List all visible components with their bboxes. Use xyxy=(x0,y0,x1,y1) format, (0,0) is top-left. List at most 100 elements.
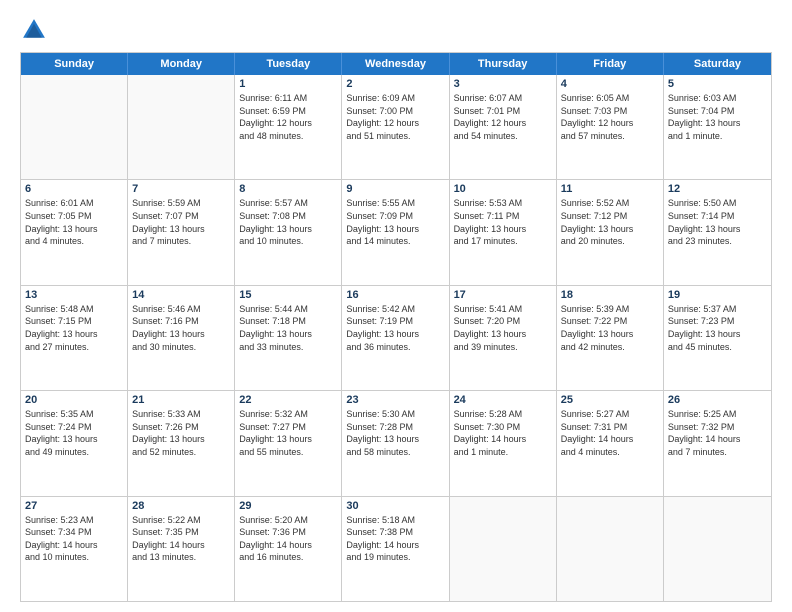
day-number: 7 xyxy=(132,183,230,195)
cal-cell-empty-4-5 xyxy=(557,497,664,601)
day-info: Sunrise: 5:41 AM Sunset: 7:20 PM Dayligh… xyxy=(454,303,552,353)
day-info: Sunrise: 5:20 AM Sunset: 7:36 PM Dayligh… xyxy=(239,514,337,564)
cal-cell-20: 20 Sunrise: 5:35 AM Sunset: 7:24 PM Dayli… xyxy=(21,391,128,495)
day-number: 26 xyxy=(668,394,767,406)
day-info: Sunrise: 5:28 AM Sunset: 7:30 PM Dayligh… xyxy=(454,408,552,458)
cal-cell-25: 25 Sunrise: 5:27 AM Sunset: 7:31 PM Dayli… xyxy=(557,391,664,495)
day-number: 21 xyxy=(132,394,230,406)
day-info: Sunrise: 6:05 AM Sunset: 7:03 PM Dayligh… xyxy=(561,92,659,142)
day-info: Sunrise: 5:48 AM Sunset: 7:15 PM Dayligh… xyxy=(25,303,123,353)
logo xyxy=(20,16,52,44)
cal-cell-empty-0-0 xyxy=(21,75,128,179)
day-number: 23 xyxy=(346,394,444,406)
weekday-header-tuesday: Tuesday xyxy=(235,53,342,75)
day-number: 9 xyxy=(346,183,444,195)
cal-cell-8: 8 Sunrise: 5:57 AM Sunset: 7:08 PM Daylig… xyxy=(235,180,342,284)
cal-cell-19: 19Sunrise: 5:37 AM Sunset: 7:23 PM Dayli… xyxy=(664,286,771,390)
day-number: 8 xyxy=(239,183,337,195)
day-number: 5 xyxy=(668,78,767,90)
logo-icon xyxy=(20,16,48,44)
cal-cell-17: 17 Sunrise: 5:41 AM Sunset: 7:20 PM Dayli… xyxy=(450,286,557,390)
cal-cell-3: 3Sunrise: 6:07 AM Sunset: 7:01 PM Daylig… xyxy=(450,75,557,179)
cal-cell-29: 29 Sunrise: 5:20 AM Sunset: 7:36 PM Dayli… xyxy=(235,497,342,601)
day-number: 10 xyxy=(454,183,552,195)
day-info: Sunrise: 5:50 AM Sunset: 7:14 PM Dayligh… xyxy=(668,197,767,247)
day-info: Sunrise: 5:22 AM Sunset: 7:35 PM Dayligh… xyxy=(132,514,230,564)
day-number: 17 xyxy=(454,289,552,301)
day-number: 16 xyxy=(346,289,444,301)
week-row-2: 6 Sunrise: 6:01 AM Sunset: 7:05 PM Daylig… xyxy=(21,179,771,284)
header xyxy=(20,16,772,44)
day-number: 2 xyxy=(346,78,444,90)
day-info: Sunrise: 5:23 AM Sunset: 7:34 PM Dayligh… xyxy=(25,514,123,564)
weekday-header-friday: Friday xyxy=(557,53,664,75)
cal-cell-27: 27 Sunrise: 5:23 AM Sunset: 7:34 PM Dayli… xyxy=(21,497,128,601)
week-row-1: 1Sunrise: 6:11 AM Sunset: 6:59 PM Daylig… xyxy=(21,75,771,179)
cal-cell-23: 23 Sunrise: 5:30 AM Sunset: 7:28 PM Dayli… xyxy=(342,391,449,495)
cal-cell-1: 1Sunrise: 6:11 AM Sunset: 6:59 PM Daylig… xyxy=(235,75,342,179)
cal-cell-empty-4-4 xyxy=(450,497,557,601)
day-number: 15 xyxy=(239,289,337,301)
day-number: 12 xyxy=(668,183,767,195)
cal-cell-16: 16Sunrise: 5:42 AM Sunset: 7:19 PM Dayli… xyxy=(342,286,449,390)
day-info: Sunrise: 5:37 AM Sunset: 7:23 PM Dayligh… xyxy=(668,303,767,353)
day-info: Sunrise: 5:53 AM Sunset: 7:11 PM Dayligh… xyxy=(454,197,552,247)
weekday-header-thursday: Thursday xyxy=(450,53,557,75)
day-info: Sunrise: 6:11 AM Sunset: 6:59 PM Dayligh… xyxy=(239,92,337,142)
week-row-4: 20 Sunrise: 5:35 AM Sunset: 7:24 PM Dayli… xyxy=(21,390,771,495)
day-info: Sunrise: 5:27 AM Sunset: 7:31 PM Dayligh… xyxy=(561,408,659,458)
day-info: Sunrise: 5:30 AM Sunset: 7:28 PM Dayligh… xyxy=(346,408,444,458)
day-info: Sunrise: 5:44 AM Sunset: 7:18 PM Dayligh… xyxy=(239,303,337,353)
cal-cell-14: 14Sunrise: 5:46 AM Sunset: 7:16 PM Dayli… xyxy=(128,286,235,390)
day-number: 6 xyxy=(25,183,123,195)
cal-cell-5: 5Sunrise: 6:03 AM Sunset: 7:04 PM Daylig… xyxy=(664,75,771,179)
day-number: 14 xyxy=(132,289,230,301)
calendar-body: 1Sunrise: 6:11 AM Sunset: 6:59 PM Daylig… xyxy=(21,75,771,601)
cal-cell-12: 12 Sunrise: 5:50 AM Sunset: 7:14 PM Dayli… xyxy=(664,180,771,284)
day-info: Sunrise: 6:01 AM Sunset: 7:05 PM Dayligh… xyxy=(25,197,123,247)
day-number: 30 xyxy=(346,500,444,512)
day-info: Sunrise: 5:39 AM Sunset: 7:22 PM Dayligh… xyxy=(561,303,659,353)
cal-cell-15: 15 Sunrise: 5:44 AM Sunset: 7:18 PM Dayli… xyxy=(235,286,342,390)
cal-cell-6: 6 Sunrise: 6:01 AM Sunset: 7:05 PM Daylig… xyxy=(21,180,128,284)
weekday-header-sunday: Sunday xyxy=(21,53,128,75)
day-info: Sunrise: 5:57 AM Sunset: 7:08 PM Dayligh… xyxy=(239,197,337,247)
day-info: Sunrise: 5:52 AM Sunset: 7:12 PM Dayligh… xyxy=(561,197,659,247)
cal-cell-2: 2 Sunrise: 6:09 AM Sunset: 7:00 PM Daylig… xyxy=(342,75,449,179)
day-info: Sunrise: 5:32 AM Sunset: 7:27 PM Dayligh… xyxy=(239,408,337,458)
day-info: Sunrise: 5:25 AM Sunset: 7:32 PM Dayligh… xyxy=(668,408,767,458)
cal-cell-13: 13 Sunrise: 5:48 AM Sunset: 7:15 PM Dayli… xyxy=(21,286,128,390)
cal-cell-22: 22 Sunrise: 5:32 AM Sunset: 7:27 PM Dayli… xyxy=(235,391,342,495)
day-info: Sunrise: 6:07 AM Sunset: 7:01 PM Dayligh… xyxy=(454,92,552,142)
day-number: 27 xyxy=(25,500,123,512)
day-info: Sunrise: 5:33 AM Sunset: 7:26 PM Dayligh… xyxy=(132,408,230,458)
day-info: Sunrise: 5:55 AM Sunset: 7:09 PM Dayligh… xyxy=(346,197,444,247)
day-number: 18 xyxy=(561,289,659,301)
day-info: Sunrise: 5:35 AM Sunset: 7:24 PM Dayligh… xyxy=(25,408,123,458)
day-number: 24 xyxy=(454,394,552,406)
weekday-header-saturday: Saturday xyxy=(664,53,771,75)
page: SundayMondayTuesdayWednesdayThursdayFrid… xyxy=(0,0,792,612)
cal-cell-11: 11Sunrise: 5:52 AM Sunset: 7:12 PM Dayli… xyxy=(557,180,664,284)
week-row-3: 13 Sunrise: 5:48 AM Sunset: 7:15 PM Dayli… xyxy=(21,285,771,390)
day-number: 22 xyxy=(239,394,337,406)
week-row-5: 27 Sunrise: 5:23 AM Sunset: 7:34 PM Dayli… xyxy=(21,496,771,601)
day-number: 28 xyxy=(132,500,230,512)
calendar-header: SundayMondayTuesdayWednesdayThursdayFrid… xyxy=(21,53,771,75)
cal-cell-9: 9 Sunrise: 5:55 AM Sunset: 7:09 PM Daylig… xyxy=(342,180,449,284)
day-info: Sunrise: 5:18 AM Sunset: 7:38 PM Dayligh… xyxy=(346,514,444,564)
cal-cell-7: 7 Sunrise: 5:59 AM Sunset: 7:07 PM Daylig… xyxy=(128,180,235,284)
day-info: Sunrise: 6:09 AM Sunset: 7:00 PM Dayligh… xyxy=(346,92,444,142)
day-number: 20 xyxy=(25,394,123,406)
day-number: 4 xyxy=(561,78,659,90)
cal-cell-28: 28 Sunrise: 5:22 AM Sunset: 7:35 PM Dayli… xyxy=(128,497,235,601)
cal-cell-4: 4 Sunrise: 6:05 AM Sunset: 7:03 PM Daylig… xyxy=(557,75,664,179)
cal-cell-empty-4-6 xyxy=(664,497,771,601)
cal-cell-empty-0-1 xyxy=(128,75,235,179)
day-number: 25 xyxy=(561,394,659,406)
cal-cell-21: 21 Sunrise: 5:33 AM Sunset: 7:26 PM Dayli… xyxy=(128,391,235,495)
day-number: 29 xyxy=(239,500,337,512)
day-info: Sunrise: 5:59 AM Sunset: 7:07 PM Dayligh… xyxy=(132,197,230,247)
day-number: 13 xyxy=(25,289,123,301)
cal-cell-10: 10 Sunrise: 5:53 AM Sunset: 7:11 PM Dayli… xyxy=(450,180,557,284)
